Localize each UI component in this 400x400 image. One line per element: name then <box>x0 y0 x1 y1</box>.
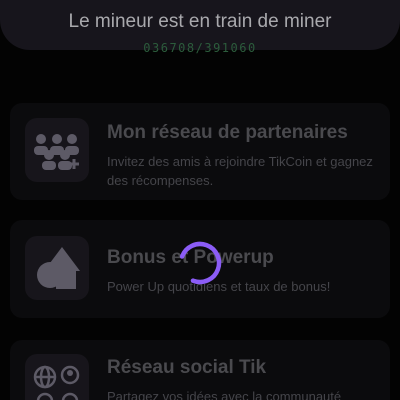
social-network-card[interactable]: Réseau social Tik Partagez vos idées ave… <box>10 340 390 400</box>
loading-spinner-icon <box>177 240 223 286</box>
shapes-icon <box>25 236 89 300</box>
partner-network-card[interactable]: Mon réseau de partenaires Invitez des am… <box>10 103 390 200</box>
bonus-powerup-description: Power Up quotidiens et taux de bonus! <box>107 279 331 294</box>
social-network-title: Réseau social Tik <box>107 357 267 378</box>
team-network-icon <box>25 118 89 182</box>
app-screen: Le mineur est en train de miner 036708/3… <box>0 0 400 400</box>
partner-network-description: Invitez des amis à rejoindre TikCoin et … <box>107 154 373 188</box>
mining-status-text: Le mineur est en train de miner <box>68 11 332 32</box>
mining-counter: 036708/391060 <box>143 41 257 55</box>
social-network-description: Partagez vos idées avec la communauté <box>107 389 342 400</box>
partner-network-title: Mon réseau de partenaires <box>107 122 348 143</box>
social-network-icon <box>25 354 89 400</box>
